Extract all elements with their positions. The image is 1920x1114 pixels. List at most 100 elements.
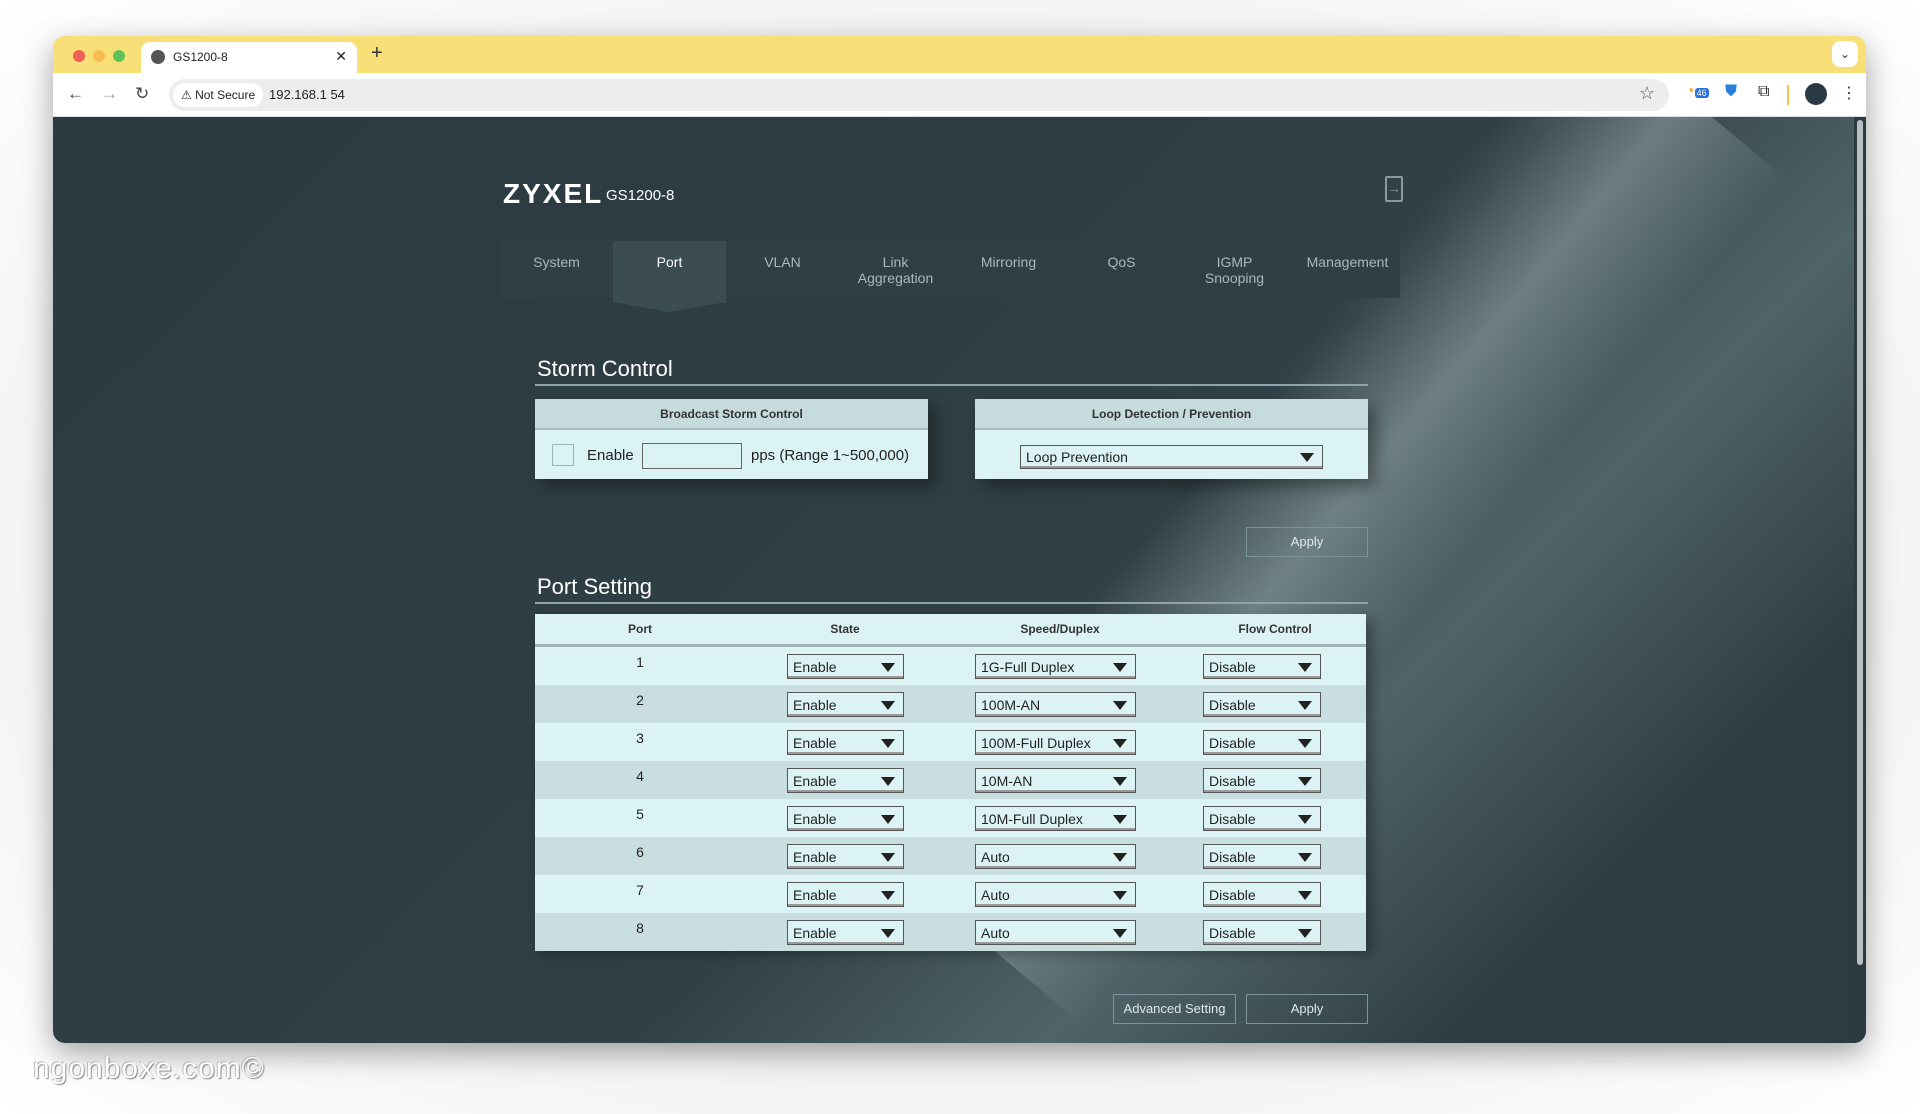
storm-control-title: Storm Control — [537, 356, 673, 381]
nav-tab-igmp-snooping[interactable]: IGMP Snooping — [1178, 241, 1291, 298]
flow-control-select[interactable]: Disable — [1203, 654, 1321, 679]
storm-apply-button[interactable]: Apply — [1246, 527, 1368, 557]
forward-icon[interactable]: → — [101, 84, 118, 104]
globe-icon — [151, 50, 165, 64]
speed-duplex-select[interactable]: Auto — [975, 844, 1136, 869]
speed-duplex-select[interactable]: Auto — [975, 882, 1136, 907]
panel-header: Broadcast Storm Control — [535, 399, 928, 430]
nav-tab-system[interactable]: System — [500, 241, 613, 298]
advanced-setting-button[interactable]: Advanced Setting — [1113, 994, 1236, 1024]
speed-duplex-select[interactable]: Auto — [975, 920, 1136, 945]
chevron-down-icon — [881, 852, 895, 862]
toolbar-divider — [1787, 85, 1789, 105]
chevron-down-icon — [1298, 814, 1312, 824]
table-row: 1 Enable 1G-Full Duplex Disable — [535, 647, 1366, 685]
loop-mode-select[interactable]: Loop Prevention — [1020, 445, 1323, 469]
chevron-down-icon — [1298, 738, 1312, 748]
state-select[interactable]: Enable — [787, 654, 904, 679]
column-header-speed: Speed/Duplex — [1020, 622, 1100, 636]
table-row: 4 Enable 10M-AN Disable — [535, 761, 1366, 799]
close-tab-icon[interactable]: ✕ — [335, 48, 347, 65]
port-apply-button[interactable]: Apply — [1246, 994, 1368, 1024]
state-select[interactable]: Enable — [787, 844, 904, 869]
state-select[interactable]: Enable — [787, 730, 904, 755]
nav-tab-vlan[interactable]: VLAN — [726, 241, 839, 298]
scrollbar[interactable] — [1854, 117, 1866, 1043]
chevron-down-icon — [1113, 928, 1127, 938]
extensions-puzzle-icon[interactable]: ⧉ — [1758, 83, 1769, 101]
table-row: 2 Enable 100M-AN Disable — [535, 685, 1366, 723]
security-indicator[interactable]: ⚠ Not Secure — [173, 83, 264, 107]
minimize-window-button[interactable] — [93, 50, 105, 62]
reload-icon[interactable]: ↻ — [135, 84, 149, 104]
port-number: 4 — [636, 768, 644, 784]
column-header-state: State — [830, 622, 860, 636]
model-name: GS1200-8 — [606, 187, 675, 204]
panel-header: Loop Detection / Prevention — [975, 399, 1368, 430]
chevron-down-icon — [881, 928, 895, 938]
state-select[interactable]: Enable — [787, 920, 904, 945]
back-icon[interactable]: ← — [67, 84, 84, 104]
profile-avatar[interactable] — [1805, 83, 1827, 105]
flow-control-select[interactable]: Disable — [1203, 768, 1321, 793]
close-window-button[interactable] — [73, 50, 85, 62]
flow-control-select[interactable]: Disable — [1203, 844, 1321, 869]
chevron-down-icon — [881, 890, 895, 900]
rss-extension-icon[interactable]: ◔ 46 — [1685, 83, 1709, 101]
chevron-down-icon — [881, 776, 895, 786]
flow-control-select[interactable]: Disable — [1203, 806, 1321, 831]
flow-control-select[interactable]: Disable — [1203, 692, 1321, 717]
enable-label: Enable — [587, 447, 634, 464]
section-divider — [535, 602, 1368, 604]
new-tab-button[interactable]: + — [371, 42, 383, 65]
state-select[interactable]: Enable — [787, 768, 904, 793]
logout-icon[interactable]: → — [1385, 176, 1403, 202]
table-row: 6 Enable Auto Disable — [535, 837, 1366, 875]
speed-duplex-select[interactable]: 1G-Full Duplex — [975, 654, 1136, 679]
table-row: 3 Enable 100M-Full Duplex Disable — [535, 723, 1366, 761]
broadcast-storm-panel: Broadcast Storm Control Enable pps (Rang… — [535, 399, 928, 479]
page-content: ZYXEL GS1200-8 → System Port VLAN Link A… — [53, 117, 1866, 1043]
state-select[interactable]: Enable — [787, 692, 904, 717]
broadcast-enable-checkbox[interactable] — [552, 444, 574, 466]
chevron-down-icon — [881, 700, 895, 710]
chevron-down-icon — [1298, 928, 1312, 938]
flow-control-select[interactable]: Disable — [1203, 730, 1321, 755]
port-number: 1 — [636, 654, 644, 670]
pps-input[interactable] — [642, 443, 742, 469]
bookmark-star-icon[interactable]: ☆ — [1639, 83, 1655, 104]
maximize-window-button[interactable] — [113, 50, 125, 62]
nav-tab-mirroring[interactable]: Mirroring — [952, 241, 1065, 298]
section-divider — [535, 384, 1368, 386]
port-number: 2 — [636, 692, 644, 708]
chevron-down-icon — [1300, 453, 1314, 462]
address-bar[interactable]: ⚠ Not Secure 192.168.1 54 ☆ — [169, 79, 1669, 111]
speed-duplex-select[interactable]: 100M-AN — [975, 692, 1136, 717]
speed-duplex-select[interactable]: 100M-Full Duplex — [975, 730, 1136, 755]
state-select[interactable]: Enable — [787, 806, 904, 831]
table-row: 5 Enable 10M-Full Duplex Disable — [535, 799, 1366, 837]
nav-tab-management[interactable]: Management — [1291, 241, 1404, 298]
chevron-down-icon — [1113, 890, 1127, 900]
tab-title: GS1200-8 — [173, 50, 228, 64]
flow-control-select[interactable]: Disable — [1203, 882, 1321, 907]
browser-tab[interactable]: GS1200-8 ✕ — [141, 42, 357, 73]
chevron-down-icon — [881, 814, 895, 824]
state-select[interactable]: Enable — [787, 882, 904, 907]
chevron-down-icon — [1113, 852, 1127, 862]
tab-search-button[interactable]: ⌄ — [1832, 41, 1858, 67]
nav-tab-port[interactable]: Port — [613, 241, 726, 312]
url-text[interactable]: 192.168.1 54 — [269, 87, 345, 102]
pps-range-label: pps (Range 1~500,000) — [751, 447, 910, 464]
speed-duplex-select[interactable]: 10M-Full Duplex — [975, 806, 1136, 831]
nav-tab-qos[interactable]: QoS — [1065, 241, 1178, 298]
speed-duplex-select[interactable]: 10M-AN — [975, 768, 1136, 793]
nav-tab-link-aggregation[interactable]: Link Aggregation — [839, 241, 952, 298]
watermark: ngonboxe.com© — [33, 1052, 265, 1085]
shield-extension-icon[interactable]: ⛊ — [1725, 83, 1737, 101]
flow-control-select[interactable]: Disable — [1203, 920, 1321, 945]
chevron-down-icon — [1113, 700, 1127, 710]
browser-menu-icon[interactable]: ⋮ — [1841, 83, 1857, 103]
chevron-down-icon — [1113, 776, 1127, 786]
tab-bar: GS1200-8 ✕ + ⌄ — [53, 36, 1866, 73]
